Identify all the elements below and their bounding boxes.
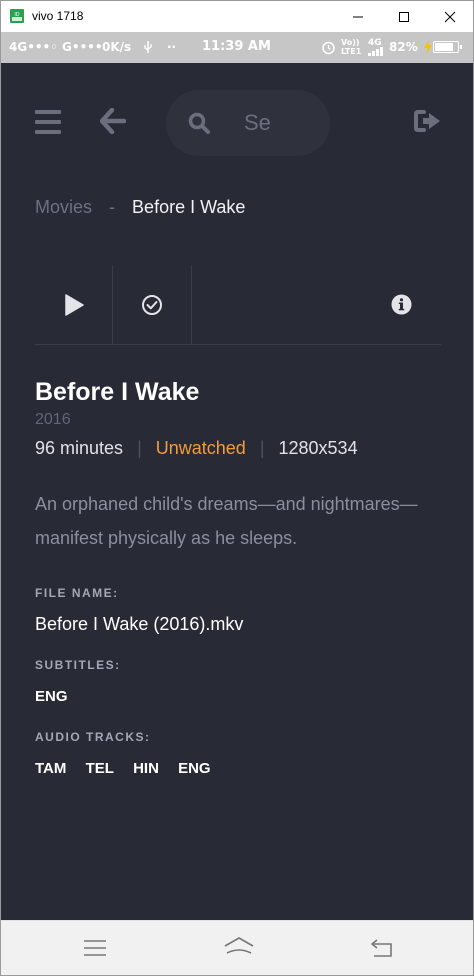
info-button[interactable] — [381, 265, 421, 344]
subtitles-label: SUBTITLES: — [35, 658, 121, 672]
signal-indicator: 4G•••◦ G•••• — [9, 40, 103, 54]
search-box[interactable] — [166, 90, 330, 156]
breadcrumb-current: Before I Wake — [132, 197, 246, 217]
maximize-icon — [399, 11, 409, 22]
usb-icon — [144, 41, 152, 53]
file-name: Before I Wake (2016).mkv — [35, 614, 244, 634]
audio-track: TAM — [35, 760, 67, 777]
audio-tracks-label: AUDIO TRACKS: — [35, 730, 151, 744]
arrow-left-icon[interactable] — [100, 108, 126, 134]
hamburger-menu-icon[interactable] — [35, 110, 61, 134]
notification-dots: ·· — [167, 40, 177, 54]
signal-bars-icon — [368, 47, 383, 56]
emulator-window: ID vivo 1718 4G•••◦ G•••• 0K/s ·· 11:39 … — [0, 0, 474, 976]
network-speed: 0K/s — [102, 40, 132, 54]
file-name-label: FILE NAME: — [35, 586, 119, 600]
close-button[interactable] — [427, 1, 473, 32]
battery-icon — [433, 41, 462, 53]
movie-meta: 96 minutes | Unwatched | 1280x534 — [35, 438, 358, 459]
mark-watched-button[interactable] — [113, 265, 191, 344]
audio-track: TEL — [85, 760, 114, 777]
info-icon — [391, 294, 411, 315]
back-icon[interactable] — [370, 938, 394, 958]
minimize-icon — [353, 16, 363, 17]
svg-text:ID: ID — [14, 12, 19, 18]
subtitle-track: ENG — [35, 688, 68, 705]
meta-separator: | — [137, 438, 142, 458]
menu-icon[interactable] — [84, 940, 106, 956]
minimize-button[interactable] — [335, 1, 381, 32]
breadcrumb: Movies - Before I Wake — [35, 197, 245, 218]
status-bar: 4G•••◦ G•••• 0K/s ·· 11:39 AM Vo)) LTE1 … — [1, 32, 473, 63]
play-icon — [64, 293, 84, 316]
alarm-icon — [322, 41, 335, 55]
charging-icon — [424, 40, 432, 54]
play-button[interactable] — [35, 265, 112, 344]
navigation-bar — [1, 920, 473, 975]
home-icon[interactable] — [223, 937, 255, 959]
action-divider — [191, 265, 192, 344]
movie-description: An orphaned child's dreams—and nightmare… — [35, 494, 418, 548]
movie-year: 2016 — [35, 411, 71, 428]
breadcrumb-separator: - — [109, 197, 116, 217]
subtitle-list: ENG — [35, 688, 83, 705]
watch-status: Unwatched — [155, 438, 246, 458]
audio-track: HIN — [133, 760, 159, 777]
movie-title: Before I Wake — [35, 378, 200, 406]
app-icon: ID — [10, 9, 24, 23]
search-icon[interactable] — [188, 112, 210, 134]
window-title: vivo 1718 — [32, 9, 84, 23]
meta-separator: | — [259, 438, 265, 458]
action-bar — [35, 265, 441, 345]
volte-indicator: Vo)) LTE1 — [341, 38, 362, 56]
search-input[interactable] — [244, 111, 314, 135]
resolution: 1280x534 — [278, 438, 358, 458]
sign-out-icon[interactable] — [414, 109, 442, 133]
close-icon — [444, 11, 456, 22]
clock: 11:39 AM — [202, 39, 271, 54]
top-bar — [1, 63, 473, 183]
maximize-button[interactable] — [381, 1, 427, 32]
audio-track: ENG — [178, 760, 211, 777]
breadcrumb-movies-link[interactable]: Movies — [35, 197, 92, 217]
window-titlebar: ID vivo 1718 — [1, 1, 473, 32]
runtime: 96 minutes — [35, 438, 124, 458]
battery-percent: 82% — [389, 40, 418, 54]
check-circle-icon — [142, 294, 162, 315]
app-screen: Movies - Before I Wake — [1, 63, 473, 920]
audio-track-list: TAM TEL HIN ENG — [35, 760, 226, 777]
